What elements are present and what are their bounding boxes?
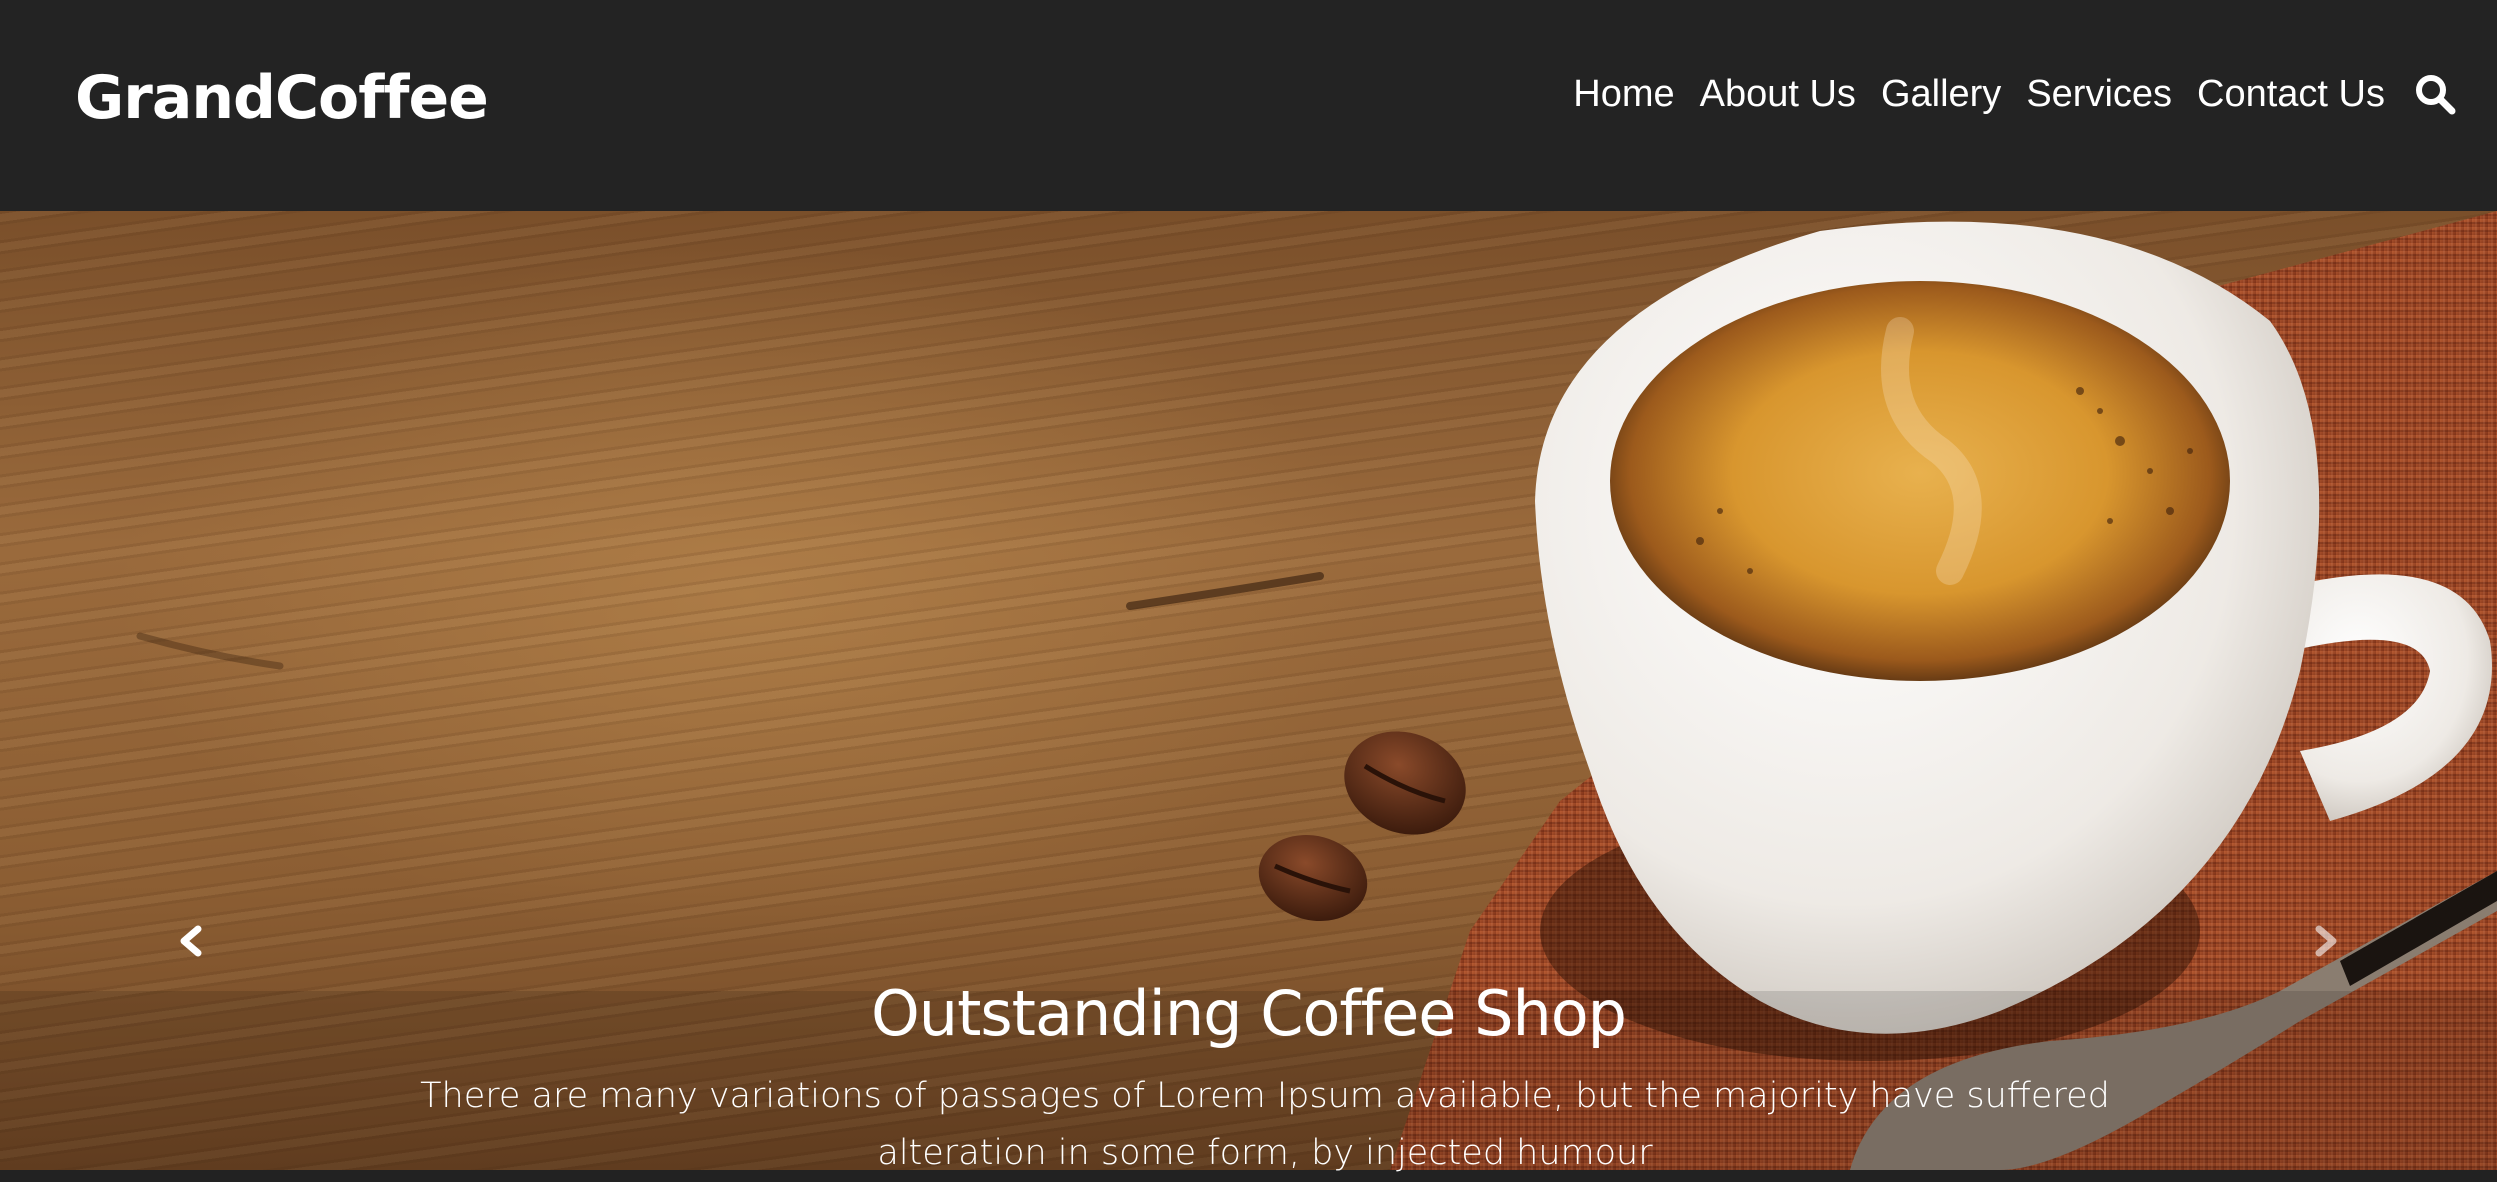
nav-about-us[interactable]: About Us — [1700, 62, 1856, 126]
chevron-left-icon[interactable] — [170, 911, 210, 971]
search-icon[interactable] — [2413, 72, 2457, 116]
nav-home[interactable]: Home — [1573, 62, 1674, 126]
nav-contact-us[interactable]: Contact Us — [2197, 62, 2385, 126]
main-nav: Home About Us Gallery Services Contact U… — [1548, 62, 2457, 126]
nav-gallery[interactable]: Gallery — [1881, 62, 2001, 126]
chevron-right-icon[interactable] — [2307, 911, 2347, 971]
hero-title: Outstanding Coffee Shop — [870, 977, 1627, 1050]
site-header: GrandCoffee Home About Us Gallery Servic… — [0, 0, 2497, 211]
brand-logo[interactable]: GrandCoffee — [75, 58, 489, 138]
nav-services[interactable]: Services — [2026, 62, 2172, 126]
hero-description: There are many variations of passages of… — [420, 1076, 2110, 1173]
